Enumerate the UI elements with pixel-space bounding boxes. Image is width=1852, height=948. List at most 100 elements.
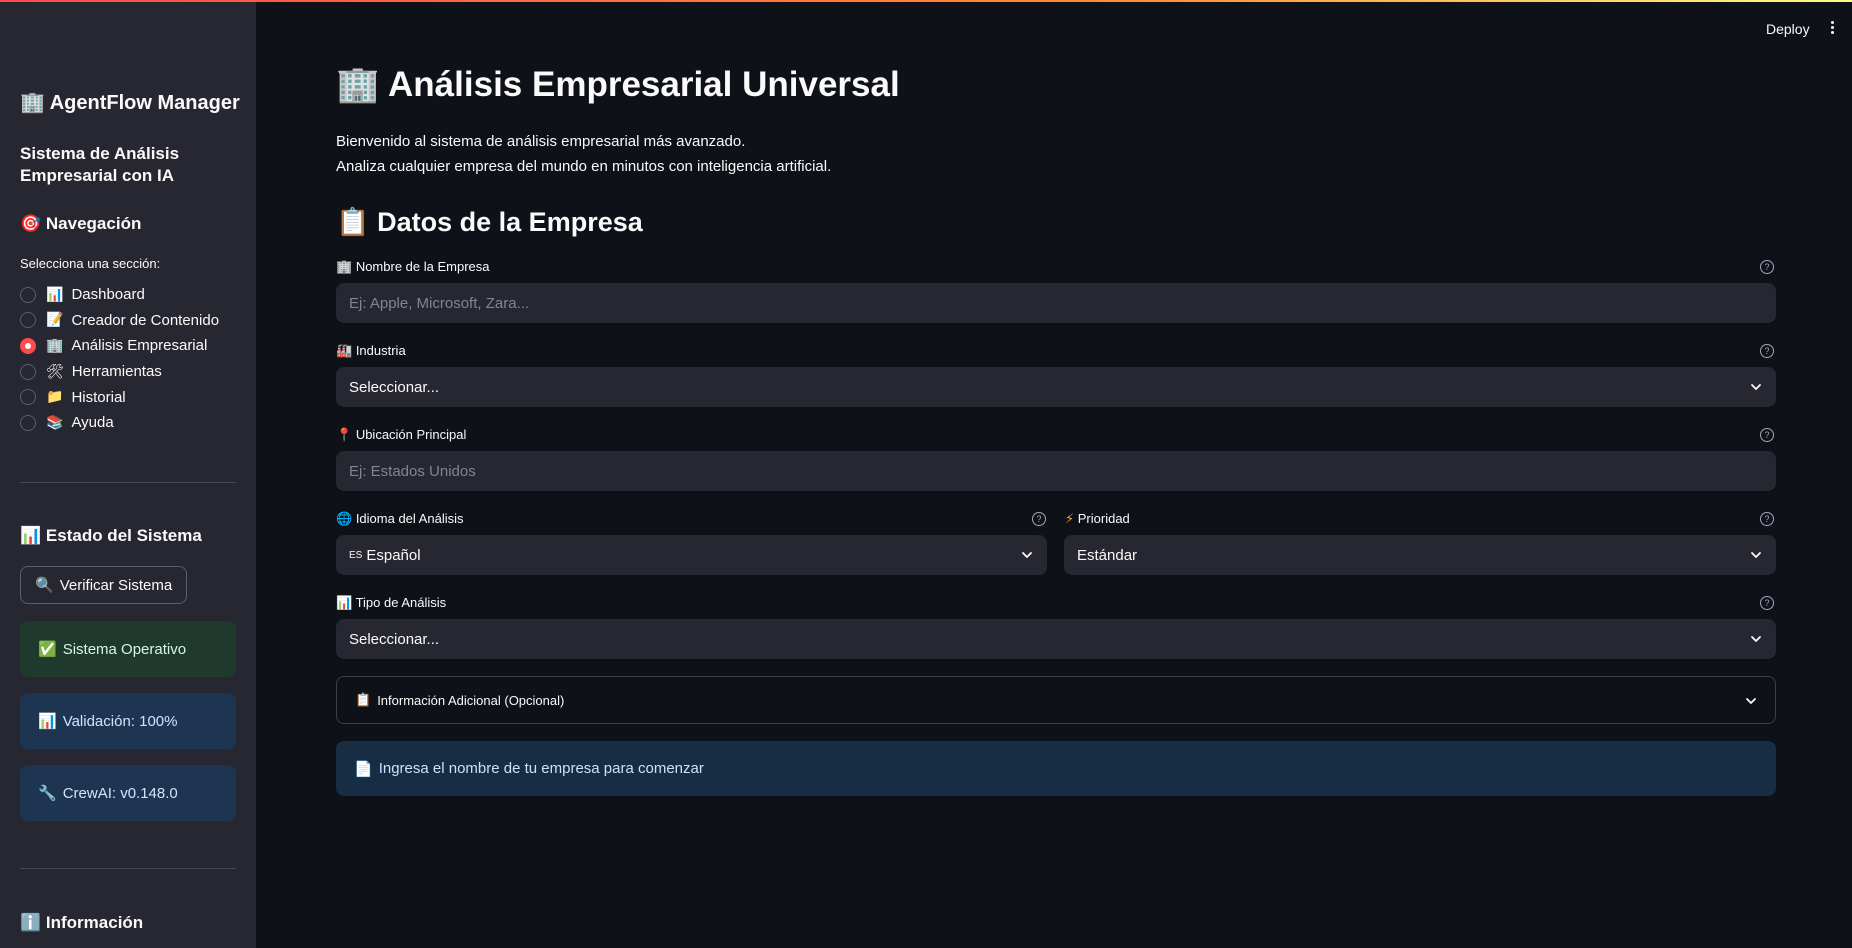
chart-icon: 📊 — [336, 596, 353, 611]
page-title: 🏢 Análisis Empresarial Universal — [336, 64, 900, 105]
system-operational-alert: ✅ Sistema Operativo — [20, 621, 236, 677]
kebab-menu-icon[interactable] — [1826, 19, 1838, 39]
select-value: Estándar — [1077, 546, 1138, 564]
industry-select[interactable]: Seleccionar... — [336, 367, 1776, 407]
sidebar-subtitle: Sistema de Análisis Empresarial con IA — [20, 144, 180, 185]
nav-option-content-creator[interactable]: 📝 Creador de Contenido — [20, 308, 219, 334]
alert-text: Sistema Operativo — [62, 640, 187, 658]
nav-option-tools[interactable]: 🛠 Herramientas — [20, 359, 219, 385]
company-name-label: 🏢 Nombre de la Empresa — [336, 259, 489, 275]
nav-option-dashboard[interactable]: 📊 Dashboard — [20, 282, 219, 308]
clipboard-icon: 📋 — [355, 692, 372, 708]
clipboard-icon: 📋 — [336, 207, 370, 238]
sidebar-divider — [20, 868, 236, 869]
factory-icon: 🏭 — [336, 344, 353, 359]
help-icon[interactable]: ? — [1760, 428, 1774, 442]
field-label-text: Prioridad — [1077, 511, 1130, 526]
deploy-button[interactable]: Deploy — [1766, 21, 1810, 37]
nav-option-history[interactable]: 📁 Historial — [20, 384, 219, 410]
nav-option-label: Herramientas — [71, 363, 162, 381]
radio-circle[interactable] — [20, 389, 36, 406]
pin-icon: 📍 — [336, 428, 353, 443]
analysis-type-select[interactable]: Seleccionar... — [336, 619, 1776, 659]
help-icon[interactable]: ? — [1760, 596, 1774, 610]
company-name-input[interactable] — [336, 283, 1776, 323]
radio-circle[interactable] — [20, 414, 36, 431]
chevron-down-icon — [1751, 384, 1761, 390]
sidebar-app-title: 🏢 AgentFlow Manager — [20, 90, 240, 115]
lightning-icon: ⚡ — [1065, 512, 1075, 527]
language-select[interactable]: ES Español — [336, 535, 1047, 575]
crewai-version-alert: 🔧 CrewAI: v0.148.0 — [20, 765, 236, 821]
tools-icon: 🛠 — [46, 363, 64, 380]
radio-circle-selected[interactable] — [20, 337, 36, 354]
select-value: Español — [366, 546, 421, 564]
intro-text: Bienvenido al sistema de análisis empres… — [336, 129, 831, 179]
select-value: Seleccionar... — [349, 378, 440, 396]
chevron-down-icon — [1751, 552, 1761, 558]
nav-option-label: Historial — [71, 388, 126, 406]
nav-radio-label: Selecciona una sección: — [20, 256, 161, 271]
chart-icon: 📊 — [46, 286, 64, 303]
nav-heading-text: Navegación — [45, 214, 142, 233]
information-heading-text: Información — [45, 913, 144, 932]
info-icon: ℹ️ — [20, 913, 42, 933]
verify-system-button[interactable]: 🔍 Verificar Sistema — [20, 566, 188, 604]
check-icon: ✅ — [38, 640, 57, 658]
intro-line-2: Analiza cualquier empresa del mundo en m… — [336, 158, 832, 175]
help-icon[interactable]: ? — [1760, 512, 1774, 526]
field-label-text: Nombre de la Empresa — [355, 259, 490, 274]
nav-option-label: Análisis Empresarial — [71, 337, 208, 355]
radio-circle[interactable] — [20, 286, 36, 303]
chevron-down-icon — [1022, 552, 1032, 558]
globe-icon: 🌐 — [336, 512, 353, 527]
industry-label: 🏭 Industria — [336, 343, 406, 359]
memo-icon: 📝 — [46, 312, 64, 329]
field-label-text: Industria — [355, 343, 406, 358]
wrench-icon: 🔧 — [38, 784, 57, 802]
nav-heading: 🎯 Navegación — [20, 214, 141, 234]
priority-select[interactable]: Estándar — [1064, 535, 1776, 575]
chart-icon: 📊 — [38, 712, 57, 730]
top-progress-bar — [0, 0, 1852, 2]
radio-circle[interactable] — [20, 312, 36, 329]
building-icon: 🏢 — [336, 65, 380, 105]
magnifier-icon: 🔍 — [35, 576, 54, 594]
help-icon[interactable]: ? — [1760, 344, 1774, 358]
location-input[interactable] — [336, 451, 1776, 491]
nav-option-help[interactable]: 📚 Ayuda — [20, 410, 219, 436]
information-heading: ℹ️ Información — [20, 913, 143, 933]
building-icon: 🏢 — [46, 337, 64, 354]
field-label-text: Tipo de Análisis — [355, 595, 447, 610]
help-icon[interactable]: ? — [1032, 512, 1046, 526]
additional-info-expander[interactable]: 📋 Información Adicional (Opcional) — [336, 676, 1776, 724]
app-title-text: AgentFlow Manager — [49, 92, 240, 114]
select-value: Seleccionar... — [349, 630, 440, 648]
location-label: 📍 Ubicación Principal — [336, 427, 466, 443]
section-heading-text: Datos de la Empresa — [377, 207, 643, 237]
field-label-text: Ubicación Principal — [355, 427, 467, 442]
info-banner-text: Ingresa el nombre de tu empresa para com… — [378, 760, 704, 777]
target-icon: 🎯 — [20, 214, 42, 234]
expander-label: Información Adicional (Opcional) — [377, 692, 565, 708]
priority-label: ⚡ Prioridad — [1065, 511, 1130, 527]
sidebar-divider — [20, 482, 236, 483]
building-icon: 🏢 — [336, 260, 353, 275]
folder-icon: 📁 — [46, 389, 64, 406]
nav-option-business-analysis[interactable]: 🏢 Análisis Empresarial — [20, 333, 219, 359]
building-icon: 🏢 — [20, 90, 45, 114]
page-icon: 📄 — [354, 759, 373, 778]
help-icon[interactable]: ? — [1760, 260, 1774, 274]
section-heading: 📋 Datos de la Empresa — [336, 206, 643, 238]
nav-option-label: Ayuda — [71, 414, 114, 432]
nav-option-label: Creador de Contenido — [71, 311, 220, 329]
alert-text: CrewAI: v0.148.0 — [62, 784, 178, 802]
chevron-down-icon — [1746, 698, 1756, 704]
intro-line-1: Bienvenido al sistema de análisis empres… — [336, 133, 746, 150]
field-label-text: Idioma del Análisis — [355, 511, 464, 526]
info-banner: 📄 Ingresa el nombre de tu empresa para c… — [336, 741, 1776, 796]
flag-icon: ES — [349, 549, 363, 561]
radio-circle[interactable] — [20, 363, 36, 380]
validation-alert: 📊 Validación: 100% — [20, 693, 236, 749]
analysis-type-label: 📊 Tipo de Análisis — [336, 595, 446, 611]
